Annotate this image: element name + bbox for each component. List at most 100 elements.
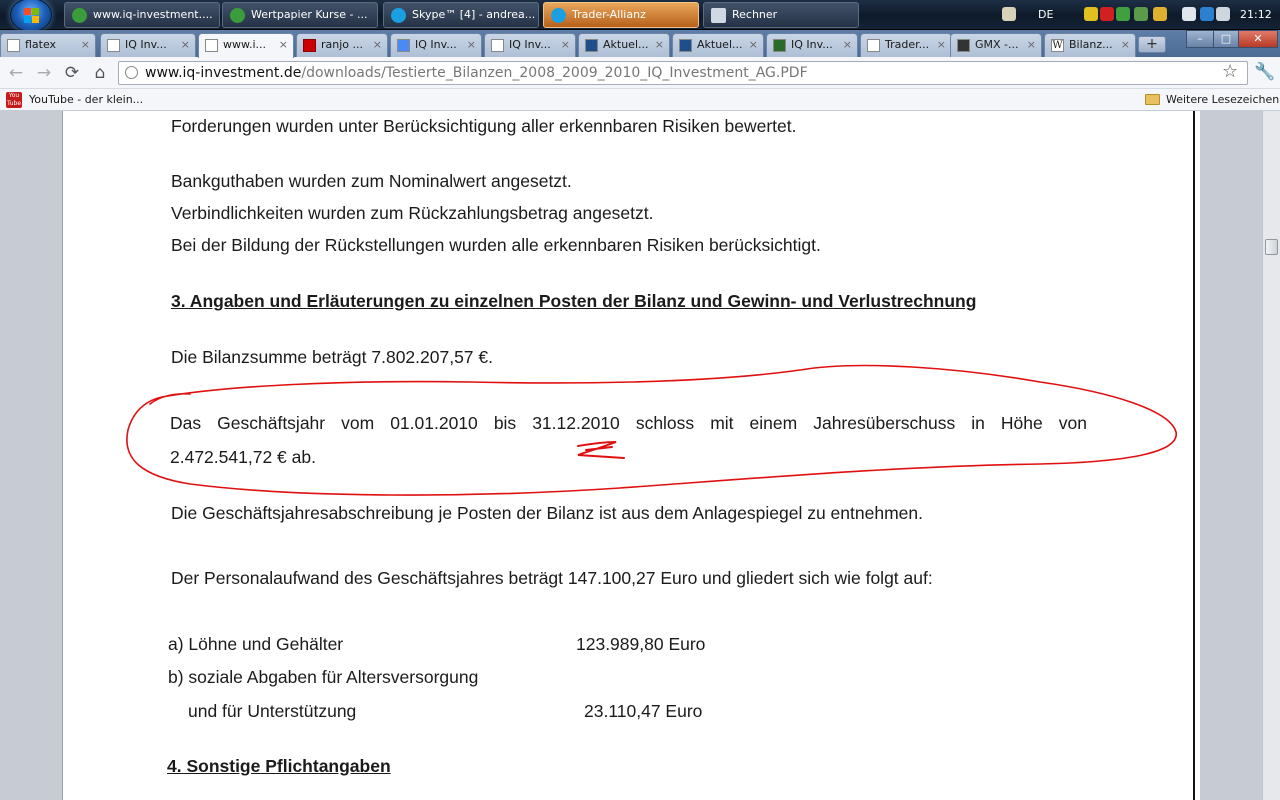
pdf-viewer: Forderungen wurden unter Berücksichtigun… <box>0 111 1280 800</box>
back-button[interactable]: ← <box>4 61 28 85</box>
tab-close-icon[interactable]: × <box>181 34 190 56</box>
doc-text-rueckstellungen: Bei der Bildung der Rückstellungen wurde… <box>171 235 821 255</box>
forward-button[interactable]: → <box>32 61 56 85</box>
address-path: /downloads/Testierte_Bilanzen_2008_2009_… <box>301 65 808 81</box>
tab-iq-investment-2[interactable]: IQ Inv... × <box>484 33 576 57</box>
tab-label: Bilanz... <box>1069 38 1113 51</box>
page-icon <box>7 39 20 52</box>
taskbar-window-rechner[interactable]: Rechner <box>703 2 859 28</box>
word: bis <box>493 413 517 433</box>
browser-toolbar: ← → ⟳ ⌂ www.iq-investment.de/downloads/T… <box>0 57 1280 89</box>
tray-app-icon[interactable] <box>1153 7 1167 21</box>
volume-icon[interactable] <box>1216 7 1230 21</box>
tray-app-icon[interactable] <box>1116 7 1130 21</box>
language-indicator[interactable]: DE <box>1038 0 1053 30</box>
doc-text-bilanzsumme: Die Bilanzsumme beträgt 7.802.207,57 €. <box>171 347 493 367</box>
tab-trader[interactable]: Trader... × <box>860 33 952 57</box>
page-border <box>1193 111 1195 800</box>
taskbar-window-label: Trader-Allianz <box>572 8 646 21</box>
taskbar-window-iq-investment[interactable]: www.iq-investment.... <box>64 2 220 28</box>
address-host: www.iq-investment.de <box>145 65 302 81</box>
doc-heading-section-3: 3. Angaben und Erläuterungen zu einzelne… <box>171 291 977 311</box>
tab-close-icon[interactable]: × <box>467 34 476 56</box>
site-icon <box>679 39 692 52</box>
page-icon <box>107 39 120 52</box>
tab-close-icon[interactable]: × <box>1027 34 1036 56</box>
tray-app-icon[interactable] <box>1200 7 1214 21</box>
tab-iq-investment[interactable]: IQ Inv... × <box>100 33 196 57</box>
tray-app-icon[interactable] <box>1134 7 1148 21</box>
tray-app-icon[interactable] <box>1084 7 1098 21</box>
doc-item-b-label-cont: und für Unterstützung <box>188 701 357 721</box>
taskbar-window-skype[interactable]: Skype™ [4] - andrea... <box>383 2 539 28</box>
home-button[interactable]: ⌂ <box>88 61 112 85</box>
tab-label: Aktuel... <box>603 38 649 51</box>
word: in <box>971 413 985 433</box>
tab-flatex[interactable]: flatex × <box>0 33 96 57</box>
tab-ranjo[interactable]: ranjo ... × <box>296 33 388 57</box>
other-bookmarks[interactable]: Weitere Lesezeichen <box>1166 89 1279 111</box>
tab-bilanz[interactable]: W Bilanz... × <box>1044 33 1136 57</box>
doc-heading-section-4: 4. Sonstige Pflichtangaben <box>167 756 391 776</box>
tab-label: Trader... <box>885 38 930 51</box>
tab-close-icon[interactable]: × <box>561 34 570 56</box>
tab-aktuelles-2[interactable]: Aktuel... × <box>672 33 764 57</box>
scrollbar-thumb[interactable] <box>1265 239 1278 255</box>
tab-close-icon[interactable]: × <box>843 34 852 56</box>
pen-tablet-icon[interactable] <box>1002 7 1016 21</box>
skype-icon <box>391 8 406 23</box>
close-window-button[interactable]: ✕ <box>1238 30 1278 48</box>
skype-icon <box>551 8 566 23</box>
chrome-icon <box>230 8 245 23</box>
tray-app-icon[interactable] <box>1100 7 1114 21</box>
taskbar-window-wertpapier[interactable]: Wertpapier Kurse - ... <box>222 2 378 28</box>
doc-text-abschreibung: Die Geschäftsjahresabschreibung je Poste… <box>171 503 923 523</box>
tab-label: flatex <box>25 38 57 51</box>
doc-text-verbindlichkeiten: Verbindlichkeiten wurden zum Rückzahlung… <box>171 203 654 223</box>
doc-text-forderungen: Forderungen wurden unter Berücksichtigun… <box>171 116 797 136</box>
bookmark-youtube[interactable]: YouTube - der klein... <box>29 89 143 111</box>
doc-item-a-label: a) Löhne und Gehälter <box>168 634 344 654</box>
address-bar[interactable]: www.iq-investment.de/downloads/Testierte… <box>118 61 1248 85</box>
new-tab-button[interactable]: + <box>1138 36 1166 53</box>
tab-label: IQ Inv... <box>125 38 167 51</box>
page-icon <box>205 39 218 52</box>
taskbar-window-trader-allianz[interactable]: Trader-Allianz <box>543 2 699 28</box>
tab-www-iq-investment[interactable]: www.i... × <box>198 33 294 58</box>
word: 01.01.2010 <box>390 413 478 433</box>
vertical-scrollbar[interactable] <box>1262 111 1280 800</box>
tab-gmx[interactable]: GMX -... × <box>950 33 1042 57</box>
google-icon <box>397 39 410 52</box>
reload-button[interactable]: ⟳ <box>60 61 84 85</box>
clock[interactable]: 21:12 <box>1240 0 1272 30</box>
word: von <box>1058 413 1087 433</box>
site-icon <box>585 39 598 52</box>
doc-text-bankguthaben: Bankguthaben wurden zum Nominalwert ange… <box>171 171 572 191</box>
taskbar-window-label: Wertpapier Kurse - ... <box>251 8 368 21</box>
maximize-button[interactable]: □ <box>1213 30 1239 48</box>
start-button[interactable] <box>10 0 52 32</box>
word: mit <box>710 413 734 433</box>
bookmark-star-icon[interactable]: ☆ <box>1222 61 1238 83</box>
wrench-menu-icon[interactable]: 🔧 <box>1254 61 1275 83</box>
chrome-icon <box>72 8 87 23</box>
tab-close-icon[interactable]: × <box>279 34 288 56</box>
tab-close-icon[interactable]: × <box>1121 34 1130 56</box>
tab-close-icon[interactable]: × <box>655 34 664 56</box>
tab-label: IQ Inv... <box>509 38 551 51</box>
taskbar-window-label: Rechner <box>732 8 778 21</box>
minimize-button[interactable]: – <box>1186 30 1214 48</box>
site-icon <box>773 39 786 52</box>
tab-close-icon[interactable]: × <box>937 34 946 56</box>
tab-iq-investment-3[interactable]: IQ Inv... × <box>766 33 858 57</box>
tab-label: GMX -... <box>975 38 1019 51</box>
tab-close-icon[interactable]: × <box>749 34 758 56</box>
doc-text-personalaufwand: Der Personalaufwand des Geschäftsjahres … <box>171 568 933 588</box>
tab-aktuelles-1[interactable]: Aktuel... × <box>578 33 670 57</box>
tab-close-icon[interactable]: × <box>81 34 90 56</box>
tab-iq-investment-google[interactable]: IQ Inv... × <box>390 33 482 57</box>
calculator-icon <box>711 8 726 23</box>
network-icon[interactable] <box>1182 7 1196 21</box>
tab-close-icon[interactable]: × <box>373 34 382 56</box>
word: Höhe <box>1000 413 1043 433</box>
